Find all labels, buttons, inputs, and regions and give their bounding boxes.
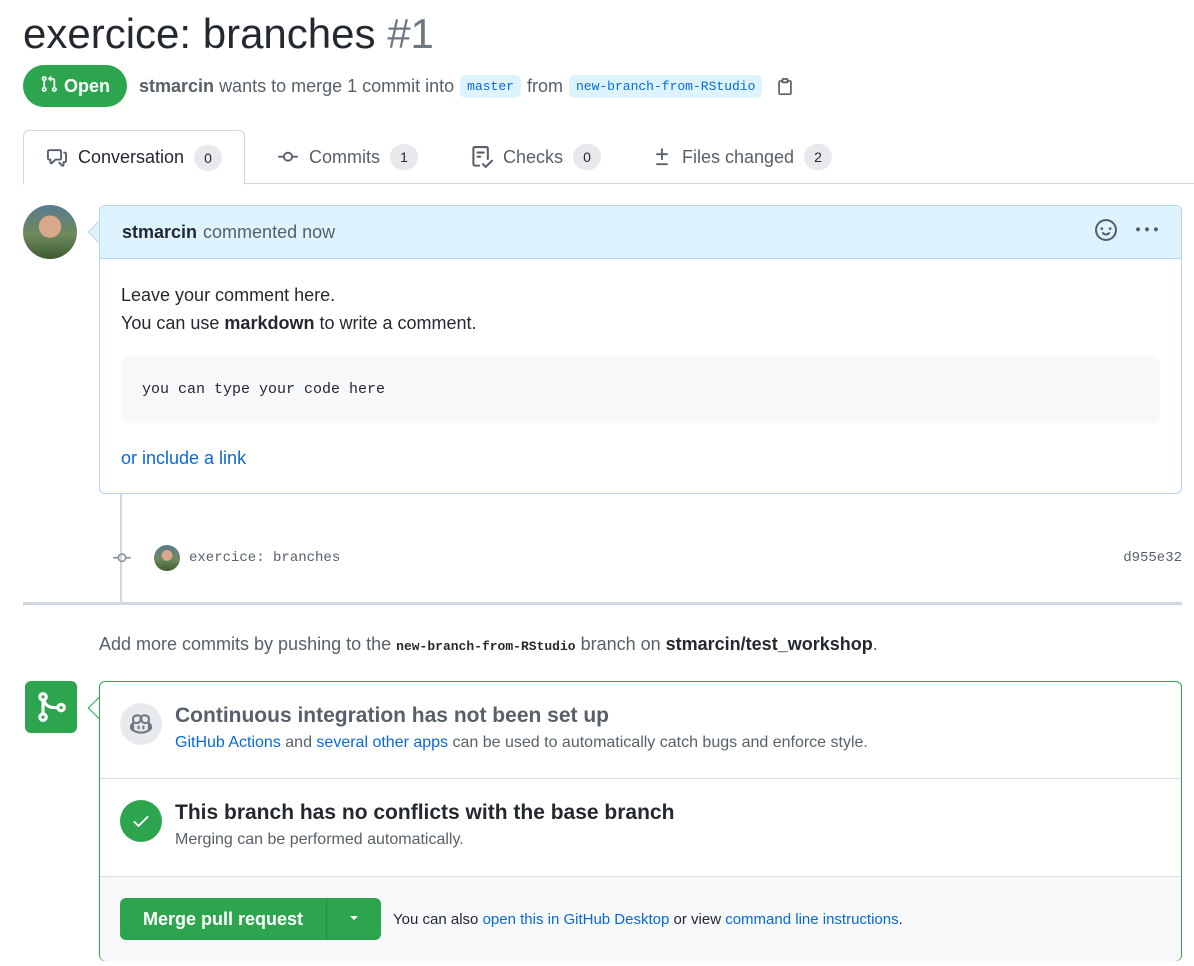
commit-row: exercice: branches d955e32 (108, 542, 1182, 574)
comment-line-2-post: to write a comment. (314, 313, 477, 333)
merge-box: Continuous integration has not been set … (99, 681, 1182, 961)
alt-mid: or view (669, 910, 726, 928)
git-commit-icon (108, 549, 136, 567)
ci-section: Continuous integration has not been set … (100, 682, 1181, 779)
comment-line-2-bold: markdown (224, 313, 315, 333)
comment-link[interactable]: or include a link (121, 444, 246, 472)
conflict-text: This branch has no conflicts with the ba… (175, 800, 674, 852)
ci-and: and (280, 734, 317, 751)
merge-text: wants to merge 1 commit into (219, 75, 455, 96)
ci-text: Continuous integration has not been set … (175, 703, 868, 755)
tab-conversation-label: Conversation (78, 147, 185, 167)
base-branch-tag[interactable]: master (460, 74, 521, 98)
comment-header: stmarcin commented now (100, 206, 1181, 259)
conflict-desc: Merging can be performed automatically. (175, 831, 464, 848)
triangle-down-icon (346, 909, 362, 930)
avatar[interactable] (23, 205, 77, 259)
tab-files-changed-label: Files changed (682, 146, 795, 167)
from-text: from (526, 75, 563, 96)
pr-title: exercice: branches #1 (23, 8, 434, 60)
command-line-link[interactable]: command line instructions (725, 911, 898, 928)
comment-line-2-pre: You can use (121, 313, 225, 333)
push-hint: Add more commits by pushing to the new-b… (99, 634, 878, 655)
copilot-icon (120, 703, 162, 745)
ci-rest: can be used to automatically catch bugs … (448, 734, 868, 751)
tab-checks-label: Checks (503, 146, 564, 167)
copy-icon[interactable] (776, 76, 794, 96)
hint-mid: branch on (575, 634, 666, 654)
git-pull-request-icon (40, 75, 58, 98)
tab-conversation-count: 0 (194, 144, 223, 171)
alt-post: . (898, 910, 903, 928)
comment-author-link[interactable]: stmarcin (122, 222, 197, 243)
kebab-horizontal-icon[interactable] (1135, 219, 1159, 246)
comment-actions (1095, 218, 1159, 246)
smiley-icon[interactable] (1095, 218, 1117, 246)
hint-branch: new-branch-from-RStudio (396, 639, 576, 654)
alt-pre: You can also (393, 910, 483, 928)
comment-box: stmarcin commented now Leave your commen… (99, 205, 1182, 494)
commit-avatar[interactable] (154, 545, 180, 571)
comment-time[interactable]: commented now (203, 222, 335, 243)
hint-repo: stmarcin/test_workshop (665, 634, 873, 654)
github-actions-link[interactable]: GitHub Actions (175, 734, 281, 751)
comment-line-2: You can use markdown to write a comment. (121, 309, 1160, 337)
check-icon (120, 800, 162, 842)
merge-button-group: Merge pull request (120, 898, 382, 940)
state-badge: Open (23, 65, 128, 107)
conflict-title: This branch has no conflicts with the ba… (175, 801, 675, 824)
merge-dropdown-button[interactable] (327, 898, 381, 940)
merge-pull-request-button[interactable]: Merge pull request (120, 898, 328, 940)
pr-tabs: Conversation 0 Commits 1 Checks 0 Files … (23, 130, 1194, 185)
tab-commits-label: Commits (309, 146, 380, 167)
git-commit-icon (277, 147, 299, 167)
state-label: Open (64, 75, 111, 96)
commit-message-link[interactable]: exercice: branches (189, 550, 340, 566)
merge-alt-text: You can also open this in GitHub Desktop… (393, 911, 903, 928)
github-desktop-link[interactable]: open this in GitHub Desktop (483, 911, 670, 928)
conflict-section: This branch has no conflicts with the ba… (100, 779, 1181, 877)
tab-checks[interactable]: Checks 0 (449, 130, 623, 184)
pr-meta: Open stmarcin wants to merge 1 commit in… (23, 65, 794, 107)
hint-pre: Add more commits by pushing to the (99, 634, 397, 654)
comment-body: Leave your comment here. You can use mar… (100, 259, 1181, 472)
hint-post: . (872, 634, 878, 654)
comment-discussion-icon (46, 148, 68, 168)
merge-actions: Merge pull request You can also open thi… (100, 877, 1181, 961)
tab-files-changed[interactable]: Files changed 2 (630, 130, 854, 184)
pr-author-link[interactable]: stmarcin (139, 76, 214, 97)
tab-commits-count: 1 (390, 144, 418, 170)
tab-checks-count: 0 (573, 144, 602, 170)
pr-number: #1 (387, 10, 434, 57)
head-branch-tag[interactable]: new-branch-from-RStudio (568, 74, 763, 98)
tab-conversation[interactable]: Conversation 0 (23, 130, 246, 185)
file-diff-icon (652, 146, 672, 168)
timeline-separator (23, 602, 1182, 605)
checklist-icon (471, 146, 493, 168)
pr-title-text: exercice: branches (23, 10, 376, 57)
commit-sha-link[interactable]: d955e32 (1123, 550, 1182, 566)
comment-line-1: Leave your comment here. (121, 285, 336, 305)
code-block: you can type your code here (121, 357, 1160, 423)
tab-files-changed-count: 2 (804, 144, 833, 170)
git-merge-icon (25, 681, 77, 733)
ci-title: Continuous integration has not been set … (175, 704, 609, 727)
tab-commits[interactable]: Commits 1 (255, 130, 440, 184)
other-apps-link[interactable]: several other apps (316, 734, 448, 751)
ci-desc: GitHub Actions and several other apps ca… (175, 731, 868, 755)
